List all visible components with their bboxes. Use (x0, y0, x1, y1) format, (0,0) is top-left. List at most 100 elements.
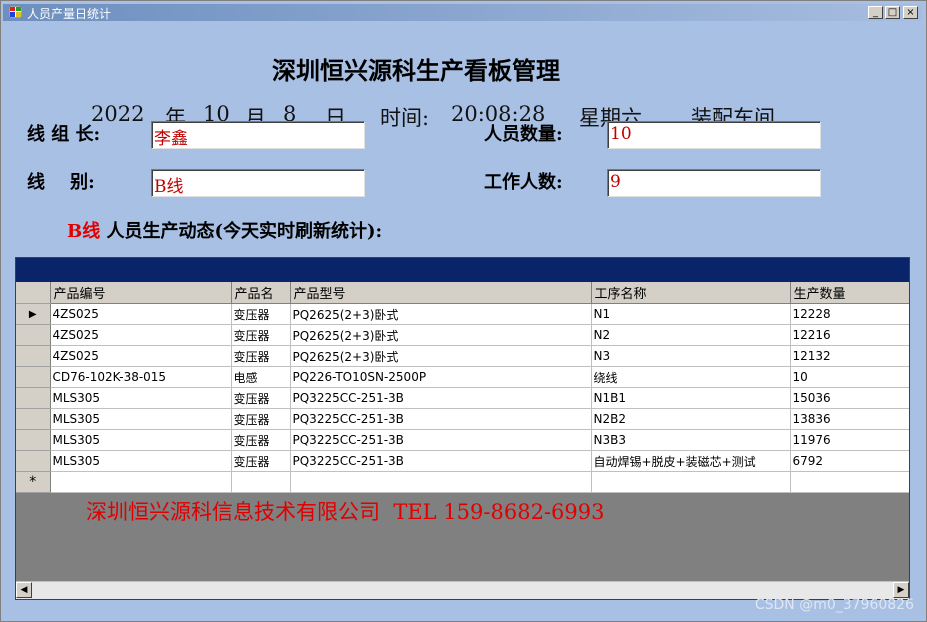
cell-process-name[interactable]: N3B3 (591, 429, 791, 451)
cell-product-name[interactable]: 电感 (231, 366, 291, 388)
cell-product-model[interactable]: PQ2625(2+3)卧式 (290, 324, 592, 346)
workers-field[interactable]: 9 (607, 169, 821, 197)
dynamic-heading: B线 人员生产动态(今天实时刷新统计): (67, 217, 382, 243)
watermark: CSDN @m0_37960826 (754, 597, 914, 613)
cell-product-model[interactable]: PQ3225CC-251-3B (290, 429, 592, 451)
dynamic-line-name: B线 (67, 221, 101, 242)
cell-quantity[interactable]: 12228 (790, 303, 909, 325)
cell-product-code[interactable]: MLS305 (50, 450, 232, 472)
cell-product-name[interactable]: 变压器 (231, 303, 291, 325)
time-label: 时间: (380, 106, 430, 130)
cell-quantity[interactable]: 11976 (790, 429, 909, 451)
cell-new[interactable] (231, 471, 291, 493)
window-title: 人员产量日统计 (27, 7, 112, 21)
app-window: 人员产量日统计 _ □ × 深圳恒兴源科生产看板管理 2022 年 10 月 8… (0, 0, 927, 622)
cell-process-name[interactable]: N3 (591, 345, 791, 367)
table-row[interactable]: 4ZS025 变压器 PQ2625(2+3)卧式 N3 12132 (16, 345, 909, 367)
cell-product-model[interactable]: PQ2625(2+3)卧式 (290, 345, 592, 367)
grid-header-row: 产品编号 产品名 产品型号 工序名称 生产数量 (16, 282, 909, 304)
cell-product-model[interactable]: PQ2625(2+3)卧式 (290, 303, 592, 325)
scroll-left-button[interactable]: ◀ (16, 582, 32, 598)
table-row[interactable]: MLS305 变压器 PQ3225CC-251-3B N1B1 15036 (16, 387, 909, 409)
cell-product-code[interactable]: CD76-102K-38-015 (50, 366, 232, 388)
column-header-process-name[interactable]: 工序名称 (591, 282, 791, 304)
row-header[interactable] (16, 366, 51, 388)
cell-quantity[interactable]: 12132 (790, 345, 909, 367)
row-header[interactable] (16, 408, 51, 430)
cell-product-code[interactable]: 4ZS025 (50, 324, 232, 346)
line-label: 线 别: (27, 172, 95, 193)
grid-caption-bar (16, 258, 909, 282)
row-header-corner (16, 282, 51, 304)
row-header[interactable] (16, 345, 51, 367)
row-header[interactable] (16, 387, 51, 409)
minimize-button[interactable]: _ (868, 6, 883, 19)
cell-process-name[interactable]: N2B2 (591, 408, 791, 430)
cell-product-model[interactable]: PQ226-TO10SN-2500P (290, 366, 592, 388)
leader-label: 线 组 长: (27, 124, 101, 145)
cell-process-name[interactable]: N2 (591, 324, 791, 346)
cell-quantity[interactable]: 10 (790, 366, 909, 388)
cell-product-name[interactable]: 变压器 (231, 408, 291, 430)
maximize-icon: □ (887, 7, 898, 18)
chevron-right-icon: ▶ (897, 585, 905, 595)
cell-process-name[interactable]: N1B1 (591, 387, 791, 409)
cell-product-name[interactable]: 变压器 (231, 324, 291, 346)
table-row[interactable]: MLS305 变压器 PQ3225CC-251-3B N2B2 13836 (16, 408, 909, 430)
cell-product-name[interactable]: 变压器 (231, 387, 291, 409)
cell-quantity[interactable]: 15036 (790, 387, 909, 409)
cell-process-name[interactable]: N1 (591, 303, 791, 325)
cell-product-code[interactable]: MLS305 (50, 429, 232, 451)
column-header-product-name[interactable]: 产品名 (231, 282, 291, 304)
table-row[interactable]: MLS305 变压器 PQ3225CC-251-3B 自动焊锡+脱皮+装磁芯+测… (16, 450, 909, 472)
headcount-field[interactable]: 10 (607, 121, 821, 149)
new-row-indicator-icon[interactable]: * (16, 471, 51, 493)
title-bar[interactable]: 人员产量日统计 _ □ × (3, 4, 922, 21)
row-header[interactable] (16, 429, 51, 451)
row-header[interactable] (16, 450, 51, 472)
cell-new[interactable] (591, 471, 791, 493)
table-row[interactable]: CD76-102K-38-015 电感 PQ226-TO10SN-2500P 绕… (16, 366, 909, 388)
production-grid[interactable]: 产品编号 产品名 产品型号 工序名称 生产数量 ▶ 4ZS025 变压器 PQ2… (15, 257, 910, 600)
chevron-left-icon: ◀ (20, 585, 28, 595)
cell-product-code[interactable]: 4ZS025 (50, 303, 232, 325)
cell-quantity[interactable]: 12216 (790, 324, 909, 346)
scroll-right-button[interactable]: ▶ (893, 582, 909, 598)
table-row[interactable]: 4ZS025 变压器 PQ2625(2+3)卧式 N2 12216 (16, 324, 909, 346)
workers-label: 工作人数: (484, 172, 563, 193)
column-header-quantity[interactable]: 生产数量 (790, 282, 909, 304)
cell-product-name[interactable]: 变压器 (231, 345, 291, 367)
column-header-product-code[interactable]: 产品编号 (50, 282, 232, 304)
leader-field[interactable]: 李鑫 (151, 121, 365, 149)
cell-product-model[interactable]: PQ3225CC-251-3B (290, 408, 592, 430)
line-field[interactable]: B线 (151, 169, 365, 197)
cell-quantity[interactable]: 13836 (790, 408, 909, 430)
maximize-button[interactable]: □ (885, 6, 900, 19)
dynamic-heading-text: 人员生产动态(今天实时刷新统计): (100, 221, 383, 242)
new-row[interactable]: * (16, 471, 909, 493)
table-row[interactable]: MLS305 变压器 PQ3225CC-251-3B N3B3 11976 (16, 429, 909, 451)
column-header-product-model[interactable]: 产品型号 (290, 282, 592, 304)
cell-product-code[interactable]: 4ZS025 (50, 345, 232, 367)
headcount-label: 人员数量: (484, 124, 563, 145)
cell-process-name[interactable]: 自动焊锡+脱皮+装磁芯+测试 (591, 450, 791, 472)
cell-product-name[interactable]: 变压器 (231, 429, 291, 451)
minimize-icon: _ (873, 7, 878, 18)
cell-product-model[interactable]: PQ3225CC-251-3B (290, 450, 592, 472)
form-client-area: 深圳恒兴源科生产看板管理 2022 年 10 月 8 日 时间: 20:08:2… (5, 22, 920, 619)
cell-product-name[interactable]: 变压器 (231, 450, 291, 472)
cell-product-code[interactable]: MLS305 (50, 408, 232, 430)
close-button[interactable]: × (903, 6, 918, 19)
page-title: 深圳恒兴源科生产看板管理 (272, 56, 560, 85)
cell-product-model[interactable]: PQ3225CC-251-3B (290, 387, 592, 409)
cell-new[interactable] (50, 471, 232, 493)
cell-process-name[interactable]: 绕线 (591, 366, 791, 388)
table-row[interactable]: ▶ 4ZS025 变压器 PQ2625(2+3)卧式 N1 12228 (16, 303, 909, 325)
cell-quantity[interactable]: 6792 (790, 450, 909, 472)
company-banner: 深圳恒兴源科信息技术有限公司 TEL 159-8682-6993 (86, 500, 605, 524)
row-header[interactable] (16, 324, 51, 346)
cell-product-code[interactable]: MLS305 (50, 387, 232, 409)
cell-new[interactable] (290, 471, 592, 493)
current-row-indicator-icon[interactable]: ▶ (16, 303, 51, 325)
cell-new[interactable] (790, 471, 909, 493)
